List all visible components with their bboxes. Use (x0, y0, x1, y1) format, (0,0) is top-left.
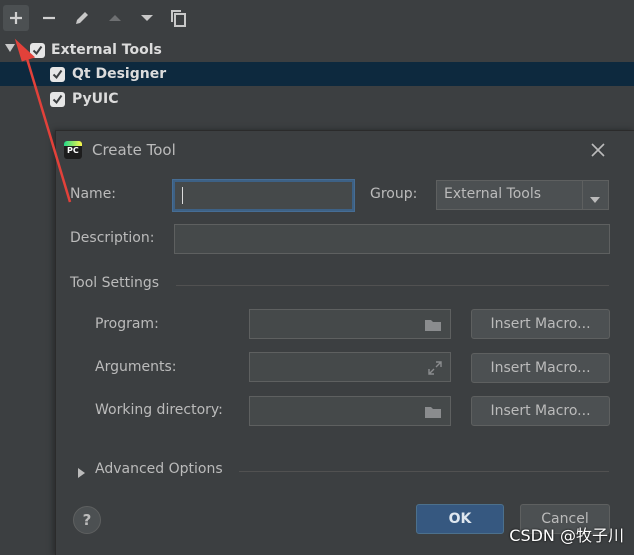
annotation-arrow (14, 38, 72, 203)
watermark: CSDN @牧子川 (509, 526, 624, 545)
